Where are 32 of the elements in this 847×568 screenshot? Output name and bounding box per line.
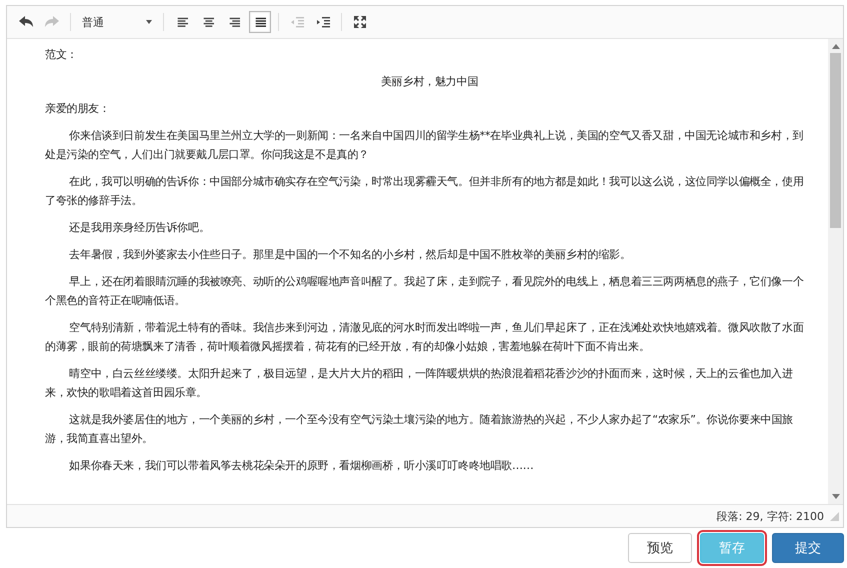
paragraph: 美丽乡村，魅力中国 [380,74,480,90]
paragraph: 去年暑假，我到外婆家去小住些日子。那里是中国的一个不知名的小乡村，然后却是中国不胜枚举的美丽乡村的缩影。 [68,247,632,263]
paragraph: 早上，还在闭着眼睛沉睡的我被嘹亮、动听的公鸡喔喔地声音叫醒了。我起了床，走到院子，看见院外的电线上，栖息着三三两两栖息的燕子，它们像一个个黑色的音符正在呢喃低语。 [45,274,805,309]
preview-button[interactable]: 预览 [628,533,692,563]
align-center-icon [202,16,214,28]
paragraph: 在此，我可以明确的告诉你：中国部分城市确实存在空气污染，时常出现雾霾天气。但并非所有的地方都是如此！我可以这么说，这位同学以偏概全，使用了夸张的修辞手法。 [45,174,805,209]
indent-icon [316,16,330,28]
fullscreen-icon [354,16,366,28]
submit-button[interactable]: 提交 [772,533,844,563]
align-right-icon [228,16,240,28]
paragraph: 空气特别清新，带着泥土特有的香味。我信步来到河边，清澈见底的河水时而发出哗啦一声，鱼儿们早起床了，正在浅滩处欢快地嬉戏着。微风吹散了水面的薄雾，眼前的荷塘飘来了清香，荷叶顺着微风摇摆着，荷花有的已经开放，有的却像小姑娘，害羞地躲在荷叶下面不肯出来。 [45,320,805,355]
paragraph: 亲爱的朋友： [45,101,111,117]
outdent-icon [290,16,304,28]
align-justify-icon [254,16,266,28]
scroll-down-icon [832,494,840,499]
paragraph: 晴空中，白云丝丝缕缕。太阳升起来了，极目远望，是大片大片的稻田，一阵阵暖烘烘的热浪混着稻花香沙沙的扑面而来，这时候，天上的云雀也加入进来，欢快的歌唱着这首田园乐章。 [45,366,794,401]
paragraph-style-dropdown[interactable]: 普通 [78,11,156,33]
scrollbar-thumb[interactable] [830,53,841,228]
caret-icon [146,20,152,24]
scrollbar[interactable] [828,39,843,504]
redo-icon [45,16,59,28]
paragraph: 范文： [45,47,78,63]
paragraph: 还是我用亲身经历告诉你吧。 [68,220,211,236]
paragraph: 这就是我外婆居住的地方，一个美丽的乡村，一个至今没有空气污染土壤污染的地方。随着旅游热的兴起，不少人家办起了“农家乐”。你说你要来中国旅游，我简直喜出望外。 [45,412,794,447]
scroll-up-icon [832,44,840,49]
undo-icon [19,16,33,28]
paragraph: 如果你春天来，我们可以带着风筝去桃花朵朵开的原野，看烟柳画桥，听小溪叮叮咚咚地唱歌…… [68,458,535,474]
word-count: 段落: 29, 字符: 2100 [716,508,824,524]
align-justify-button[interactable] [249,11,271,33]
paragraph: 你来信谈到日前发生在美国马里兰州立大学的一则新闻：一名来自中国四川的留学生杨**在毕业典礼上说，美国的空气又香又甜，中国无论城市和乡村，到处是污染的空气，人们出门就要戴几层口罩。你问我这是不是真的？ [45,128,804,163]
resize-handle-icon[interactable] [830,512,839,520]
align-left-icon [176,16,188,28]
